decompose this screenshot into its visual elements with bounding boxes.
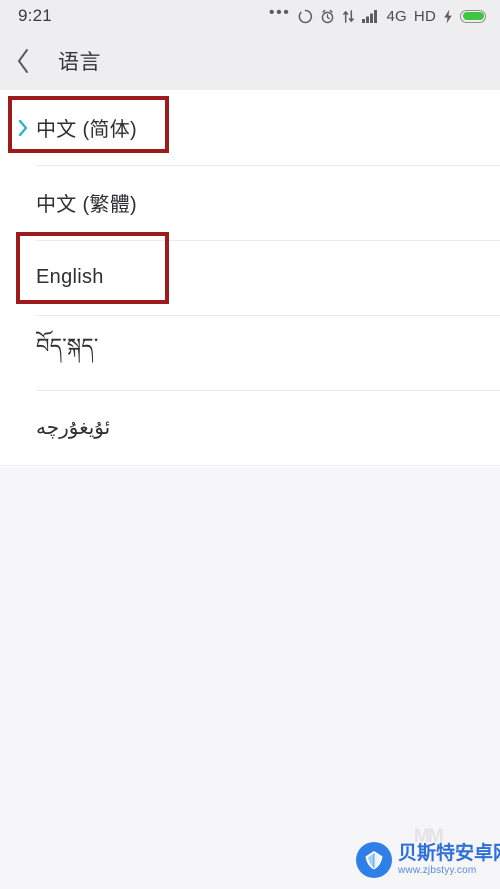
watermark-site-name: 贝斯特安卓网 [398, 843, 500, 864]
list-item-chinese-traditional[interactable]: 中文 (繁體) [0, 165, 500, 240]
alarm-clock-icon [320, 9, 335, 24]
sync-circle-icon [298, 9, 313, 24]
watermark-text: 贝斯特安卓网 www.zjbstyy.com [398, 844, 500, 876]
battery-icon [460, 9, 486, 23]
chevron-right-icon [16, 118, 30, 138]
network-type-label: 4G [386, 7, 407, 25]
data-transfer-icon [342, 9, 355, 24]
site-watermark: 贝斯特安卓网 www.zjbstyy.com [356, 842, 500, 878]
list-item-label: བོད་སྐད་ [36, 335, 99, 358]
list-bottom-divider [0, 465, 500, 466]
phone-screen: 9:21 ••• 4G HD 语言 中文 (简体) 中文 (繁體) Englis… [0, 0, 500, 889]
status-bar: 9:21 ••• 4G HD [0, 0, 500, 32]
shell-logo-icon [356, 842, 392, 878]
watermark-url: www.zjbstyy.com [398, 865, 477, 876]
signal-bars-icon [361, 9, 380, 23]
list-item-label: 中文 (简体) [36, 119, 137, 141]
list-item-tibetan[interactable]: བོད་སྐད་ [0, 315, 500, 390]
back-chevron-icon[interactable] [16, 41, 50, 81]
list-item-label: ئۇيغۇرچە [36, 417, 111, 439]
page-header: 语言 [0, 32, 500, 90]
battery-level-fill [462, 12, 484, 20]
lightning-bolt-icon [443, 8, 453, 24]
list-item-label: English [36, 266, 104, 288]
status-bar-icons: ••• 4G HD [268, 4, 486, 25]
status-bar-clock: 9:21 [18, 6, 52, 25]
list-item-uyghur[interactable]: ئۇيغۇرچە [0, 390, 500, 465]
more-dots-icon: ••• [268, 4, 291, 21]
list-item-label: 中文 (繁體) [36, 194, 137, 216]
language-list: 中文 (简体) 中文 (繁體) English བོད་སྐད་ ئۇيغۇرچ… [0, 90, 500, 467]
list-item-chinese-simplified[interactable]: 中文 (简体) [0, 90, 500, 165]
list-item-english[interactable]: English [0, 240, 500, 315]
volte-hd-label: HD [413, 7, 436, 25]
page-title: 语言 [58, 51, 101, 74]
